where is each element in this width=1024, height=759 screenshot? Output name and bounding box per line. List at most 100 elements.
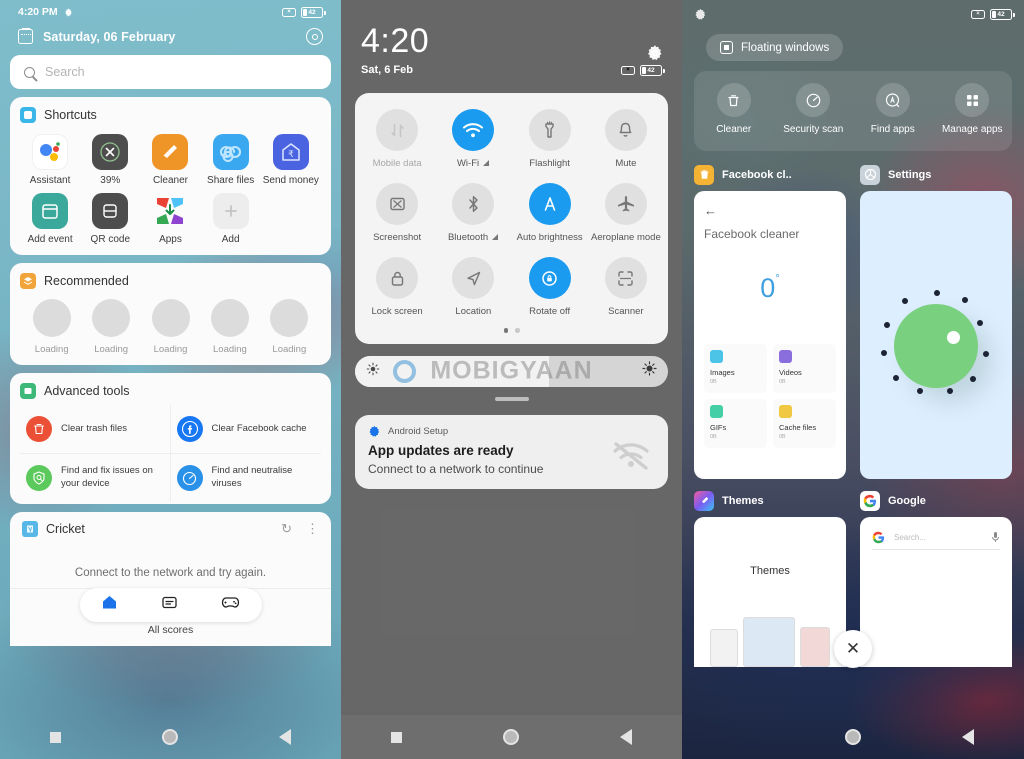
circle-icon[interactable] [844,729,861,745]
cell-size: 0B [779,378,786,385]
x-box-icon: × [282,7,296,17]
recent-task-facebook-cleaner[interactable]: Facebook cl.. ← Facebook cleaner 0° Imag… [694,164,846,479]
shortcut-add[interactable]: Add [201,188,261,247]
triangle-back-icon[interactable] [278,729,291,745]
circle-icon[interactable] [502,729,519,745]
notification-card[interactable]: Android Setup App updates are ready Conn… [355,414,668,489]
recent-task-settings[interactable]: Settings [860,164,1012,479]
cricket-badge-icon [22,521,38,537]
preview-cell[interactable]: GIFs 0B [704,398,767,448]
videos-icon [779,349,792,363]
tool-manage-apps[interactable]: Manage apps [933,83,1013,137]
shortcut-apps[interactable]: Apps [140,188,200,247]
shortcut-assistant[interactable]: Assistant [20,129,80,188]
shortcut-qr-code[interactable]: QR code [80,188,140,247]
tab-scorecard[interactable] [161,594,178,616]
mic-icon[interactable] [991,531,1000,543]
tab-home[interactable] [101,594,118,616]
close-all-button[interactable]: ✕ [834,630,872,668]
tab-games[interactable] [221,595,240,615]
loading-label: Loading [272,344,307,355]
gear-icon[interactable] [646,44,664,62]
tile-scanner[interactable]: Scanner [588,253,664,327]
preview-heading: Facebook cleaner [704,226,800,241]
battery-cleanup-icon [92,134,129,170]
theme-thumb[interactable] [800,626,830,667]
tool-find-fix-issues[interactable]: Find and fix issues on your device [20,454,171,502]
tile-label: Mobile data [372,158,422,169]
loading-dot [917,387,923,394]
recommended-grid: Loading Loading Loading Loading Loading [20,295,321,357]
tile-rotate-off[interactable]: Rotate off [512,253,588,327]
brightness-slider[interactable]: MOBIGYAAN [355,355,668,387]
preview-cell[interactable]: Cache files 0B [773,398,836,448]
list-item[interactable]: Loading [260,299,319,355]
recent-task-themes[interactable]: Themes Themes [694,490,846,667]
tool-clear-facebook-cache[interactable]: Clear Facebook cache [170,405,321,454]
shortcut-add-event[interactable]: Add event [20,188,80,247]
tile-bluetooth[interactable]: Bluetooth [435,179,511,253]
tile-location[interactable]: Location [435,253,511,327]
circle-icon[interactable] [161,729,178,745]
list-item[interactable]: Loading [81,299,140,355]
tile-label: Wi-Fi [435,158,511,169]
list-item[interactable]: Loading [200,299,259,355]
recent-task-preview[interactable]: Themes [694,516,846,667]
recent-task-preview[interactable]: Search... [860,516,1012,667]
recent-task-google[interactable]: Google Search... [860,490,1012,667]
preview-cell[interactable]: Images 0B [704,343,767,393]
list-item[interactable]: Loading [22,299,81,355]
tile-label-text: Wi-Fi [456,158,480,169]
shortcut-send-money[interactable]: ₹ Send money [261,129,321,188]
search-input[interactable]: Search [10,55,331,89]
tile-auto-brightness[interactable]: Auto brightness [512,179,588,253]
tool-cleaner[interactable]: Cleaner [694,83,774,137]
tool-find-neutralise-viruses[interactable]: Find and neutralise viruses [171,454,322,502]
tile-lock-screen[interactable]: Lock screen [359,253,435,327]
triangle-back-icon[interactable] [619,729,632,745]
placeholder-circle [32,299,71,337]
shortcut-battery[interactable]: 39% [80,129,140,188]
recent-app-name: Themes [722,494,764,507]
google-g-icon [860,490,880,511]
triangle-back-icon[interactable] [961,729,974,745]
circle-target-icon[interactable] [306,28,323,45]
gear-icon[interactable] [694,8,707,21]
scanner-frame-icon [604,257,647,299]
page-dot-active[interactable] [503,328,508,333]
list-item[interactable]: Loading [141,299,200,355]
settings-gear-icon [860,164,880,185]
cell-size: 0B [710,433,717,440]
recent-task-preview[interactable] [860,190,1012,479]
navigation-bar [682,715,1024,759]
floating-windows-button[interactable]: Floating windows [706,34,844,61]
tile-mute[interactable]: Mute [588,105,664,179]
square-icon[interactable] [391,731,403,743]
tile-aeroplane-mode[interactable]: Aeroplane mode [588,179,664,253]
android-setup-gear-icon [369,425,380,437]
shortcuts-grid: Assistant 39% Cleaner Share files ₹ Send… [20,129,321,247]
tool-security-scan[interactable]: Security scan [774,83,854,137]
theme-thumb[interactable] [743,616,795,667]
shortcut-cleaner[interactable]: Cleaner [140,129,200,188]
square-icon[interactable] [50,731,62,743]
tile-flashlight[interactable]: Flashlight [512,105,588,179]
arrow-left-icon[interactable]: ← [704,203,836,218]
tile-wifi[interactable]: Wi-Fi [435,105,511,179]
android-loading-blob [894,303,978,388]
drag-handle[interactable] [494,396,529,401]
tile-mobile-data[interactable]: Mobile data [359,105,435,179]
google-search-bar[interactable]: Search... [872,531,1000,550]
theme-thumb[interactable] [710,628,738,667]
more-vertical-icon[interactable]: ⋮ [306,521,319,537]
themes-shelf [694,615,846,667]
tile-screenshot[interactable]: Screenshot [359,179,435,253]
tool-find-apps[interactable]: Find apps [853,83,933,137]
refresh-icon[interactable]: ↻ [281,521,292,537]
cricket-footer[interactable]: All scores [22,624,319,636]
recent-task-preview[interactable]: ← Facebook cleaner 0° Images 0B Videos 0… [694,190,846,479]
tool-clear-trash[interactable]: Clear trash files [20,405,171,454]
shortcut-share-files[interactable]: Share files [201,129,261,188]
page-dot[interactable] [515,328,520,333]
preview-cell[interactable]: Videos 0B [773,343,836,393]
